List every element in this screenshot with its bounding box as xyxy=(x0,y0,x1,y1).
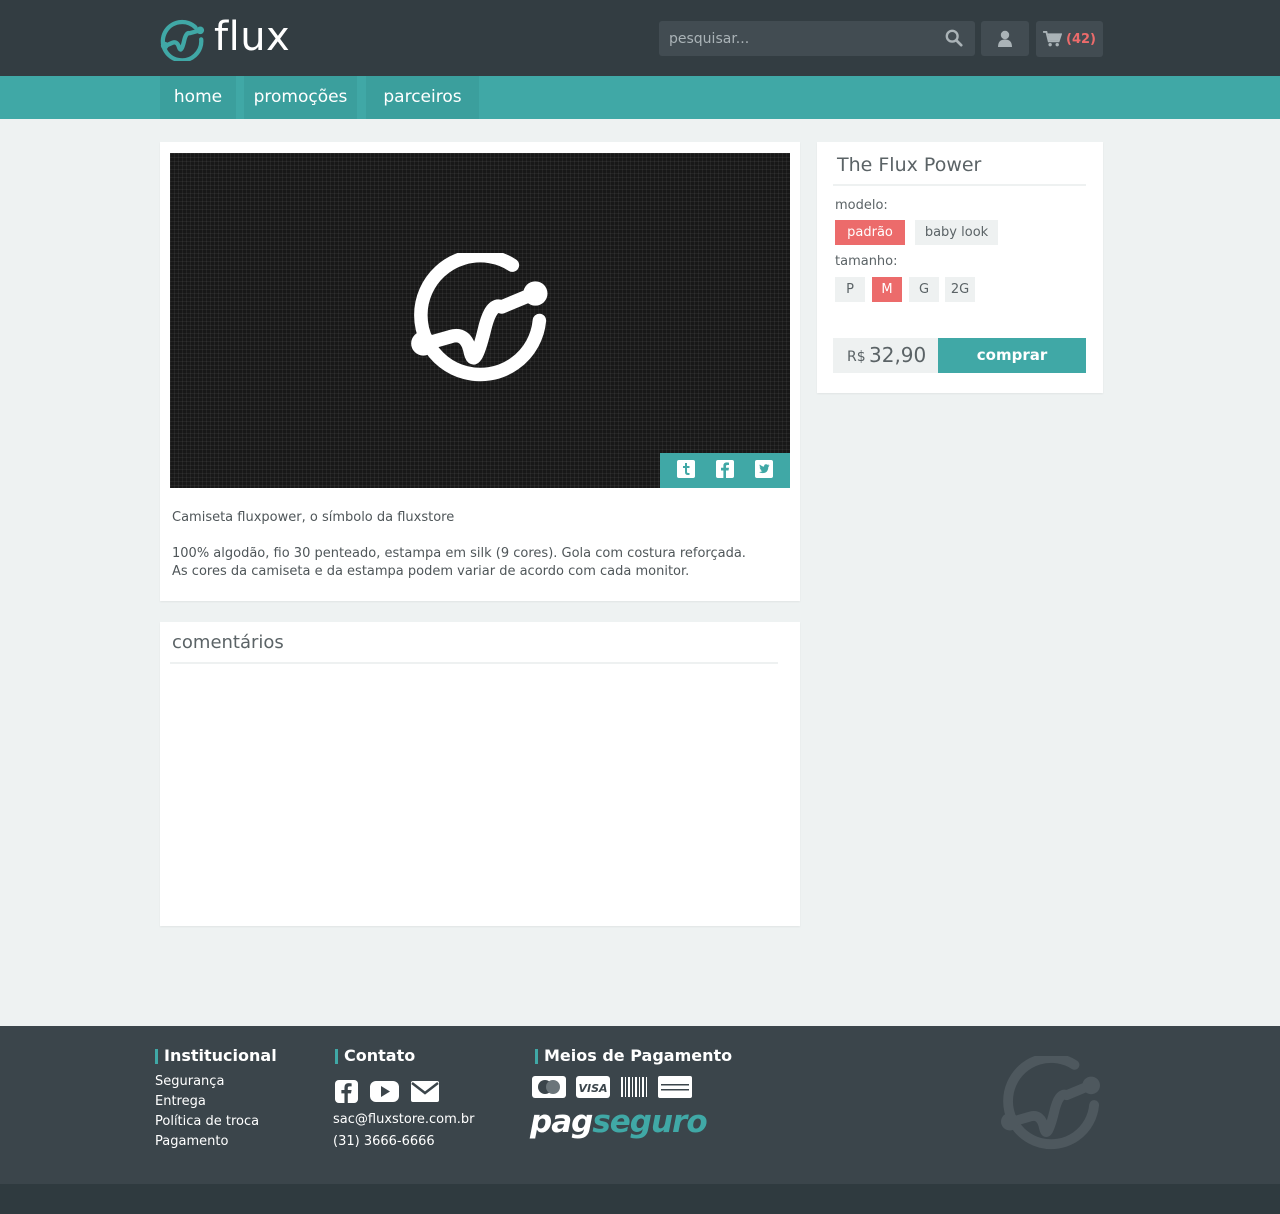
search-box xyxy=(659,21,975,56)
pagseguro-logo: pagseguro xyxy=(530,1104,708,1140)
search-input[interactable] xyxy=(659,21,929,56)
nav-item-home[interactable]: home xyxy=(160,76,236,119)
user-account-button[interactable] xyxy=(981,21,1029,56)
size-option-m[interactable]: M xyxy=(872,277,902,302)
user-icon xyxy=(998,30,1012,47)
price-value: 32,90 xyxy=(869,343,927,367)
facebook-icon[interactable] xyxy=(335,1080,358,1107)
product-title: The Flux Power xyxy=(837,154,982,176)
contact-email[interactable]: sac@fluxstore.com.br xyxy=(333,1112,475,1127)
tumblr-icon[interactable] xyxy=(676,459,695,482)
product-image[interactable] xyxy=(170,153,790,488)
cart-button[interactable]: (42) xyxy=(1036,21,1103,57)
logo[interactable]: flux xyxy=(158,12,290,62)
model-option-baby-look[interactable]: baby look xyxy=(915,220,998,245)
logo-wordmark: flux xyxy=(214,14,291,60)
shopping-cart-icon xyxy=(1043,31,1062,47)
size-option-2g[interactable]: 2G xyxy=(945,277,975,302)
flux-footer-logo-icon xyxy=(1001,1056,1100,1150)
nav-item-promocoes[interactable]: promoções xyxy=(244,76,357,119)
contact-phone: (31) 3666-6666 xyxy=(333,1134,435,1149)
buy-button[interactable]: comprar xyxy=(938,338,1086,373)
size-option-g[interactable]: G xyxy=(909,277,939,302)
description-line: 100% algodão, fio 30 penteado, estampa e… xyxy=(172,546,746,561)
payment-card-icons: VISA xyxy=(532,1076,692,1102)
size-option-p[interactable]: P xyxy=(835,277,865,302)
visa-icon: VISA xyxy=(576,1076,610,1102)
product-description: Camiseta fluxpower, o símbolo da fluxsto… xyxy=(172,509,772,581)
search-icon[interactable] xyxy=(945,29,963,51)
social-icons xyxy=(335,1080,439,1107)
flux-logo-icon xyxy=(160,19,205,61)
divider xyxy=(170,662,778,664)
size-label: tamanho: xyxy=(835,254,898,269)
footer-pagamento-title: Meios de Pagamento xyxy=(535,1046,732,1065)
cart-count-badge: (42) xyxy=(1066,31,1096,47)
nav-item-parceiros[interactable]: parceiros xyxy=(366,76,479,119)
divider xyxy=(833,184,1086,186)
model-option-padrao[interactable]: padrão xyxy=(835,220,905,245)
description-line: Camiseta fluxpower, o símbolo da fluxsto… xyxy=(172,510,455,525)
footer-link-pagamento[interactable]: Pagamento xyxy=(155,1134,228,1149)
description-line: As cores da camiseta e da estampa podem … xyxy=(172,564,690,579)
american-express-icon xyxy=(658,1076,692,1102)
twitter-icon[interactable] xyxy=(755,459,774,482)
footer-contato-title: Contato xyxy=(335,1046,415,1065)
footer-institucional-title: Institucional xyxy=(155,1046,277,1065)
youtube-icon[interactable] xyxy=(370,1081,399,1106)
facebook-icon[interactable] xyxy=(715,459,734,482)
comments-title: comentários xyxy=(172,632,284,653)
price-currency: R$ xyxy=(847,349,866,365)
main-nav: home promoções parceiros xyxy=(0,76,1280,119)
footer-link-entrega[interactable]: Entrega xyxy=(155,1094,206,1109)
price-box: R$ 32,90 xyxy=(833,338,938,373)
footer-link-seguranca[interactable]: Segurança xyxy=(155,1074,224,1089)
product-info-card: The Flux Power modelo: padrão baby look … xyxy=(817,142,1103,393)
top-header: flux (42) xyxy=(0,0,1280,76)
flux-power-print-icon xyxy=(411,253,548,382)
comments-card: comentários xyxy=(160,622,800,926)
mastercard-icon xyxy=(532,1076,566,1102)
boleto-barcode-icon xyxy=(620,1076,648,1102)
share-bar xyxy=(660,453,790,488)
visa-text: VISA xyxy=(578,1082,607,1095)
footer-link-politica-de-troca[interactable]: Política de troca xyxy=(155,1114,259,1129)
mail-icon[interactable] xyxy=(411,1081,439,1106)
product-media-card: Camiseta fluxpower, o símbolo da fluxsto… xyxy=(160,142,800,601)
footer-bottom-bar xyxy=(0,1184,1280,1214)
model-label: modelo: xyxy=(835,198,888,213)
